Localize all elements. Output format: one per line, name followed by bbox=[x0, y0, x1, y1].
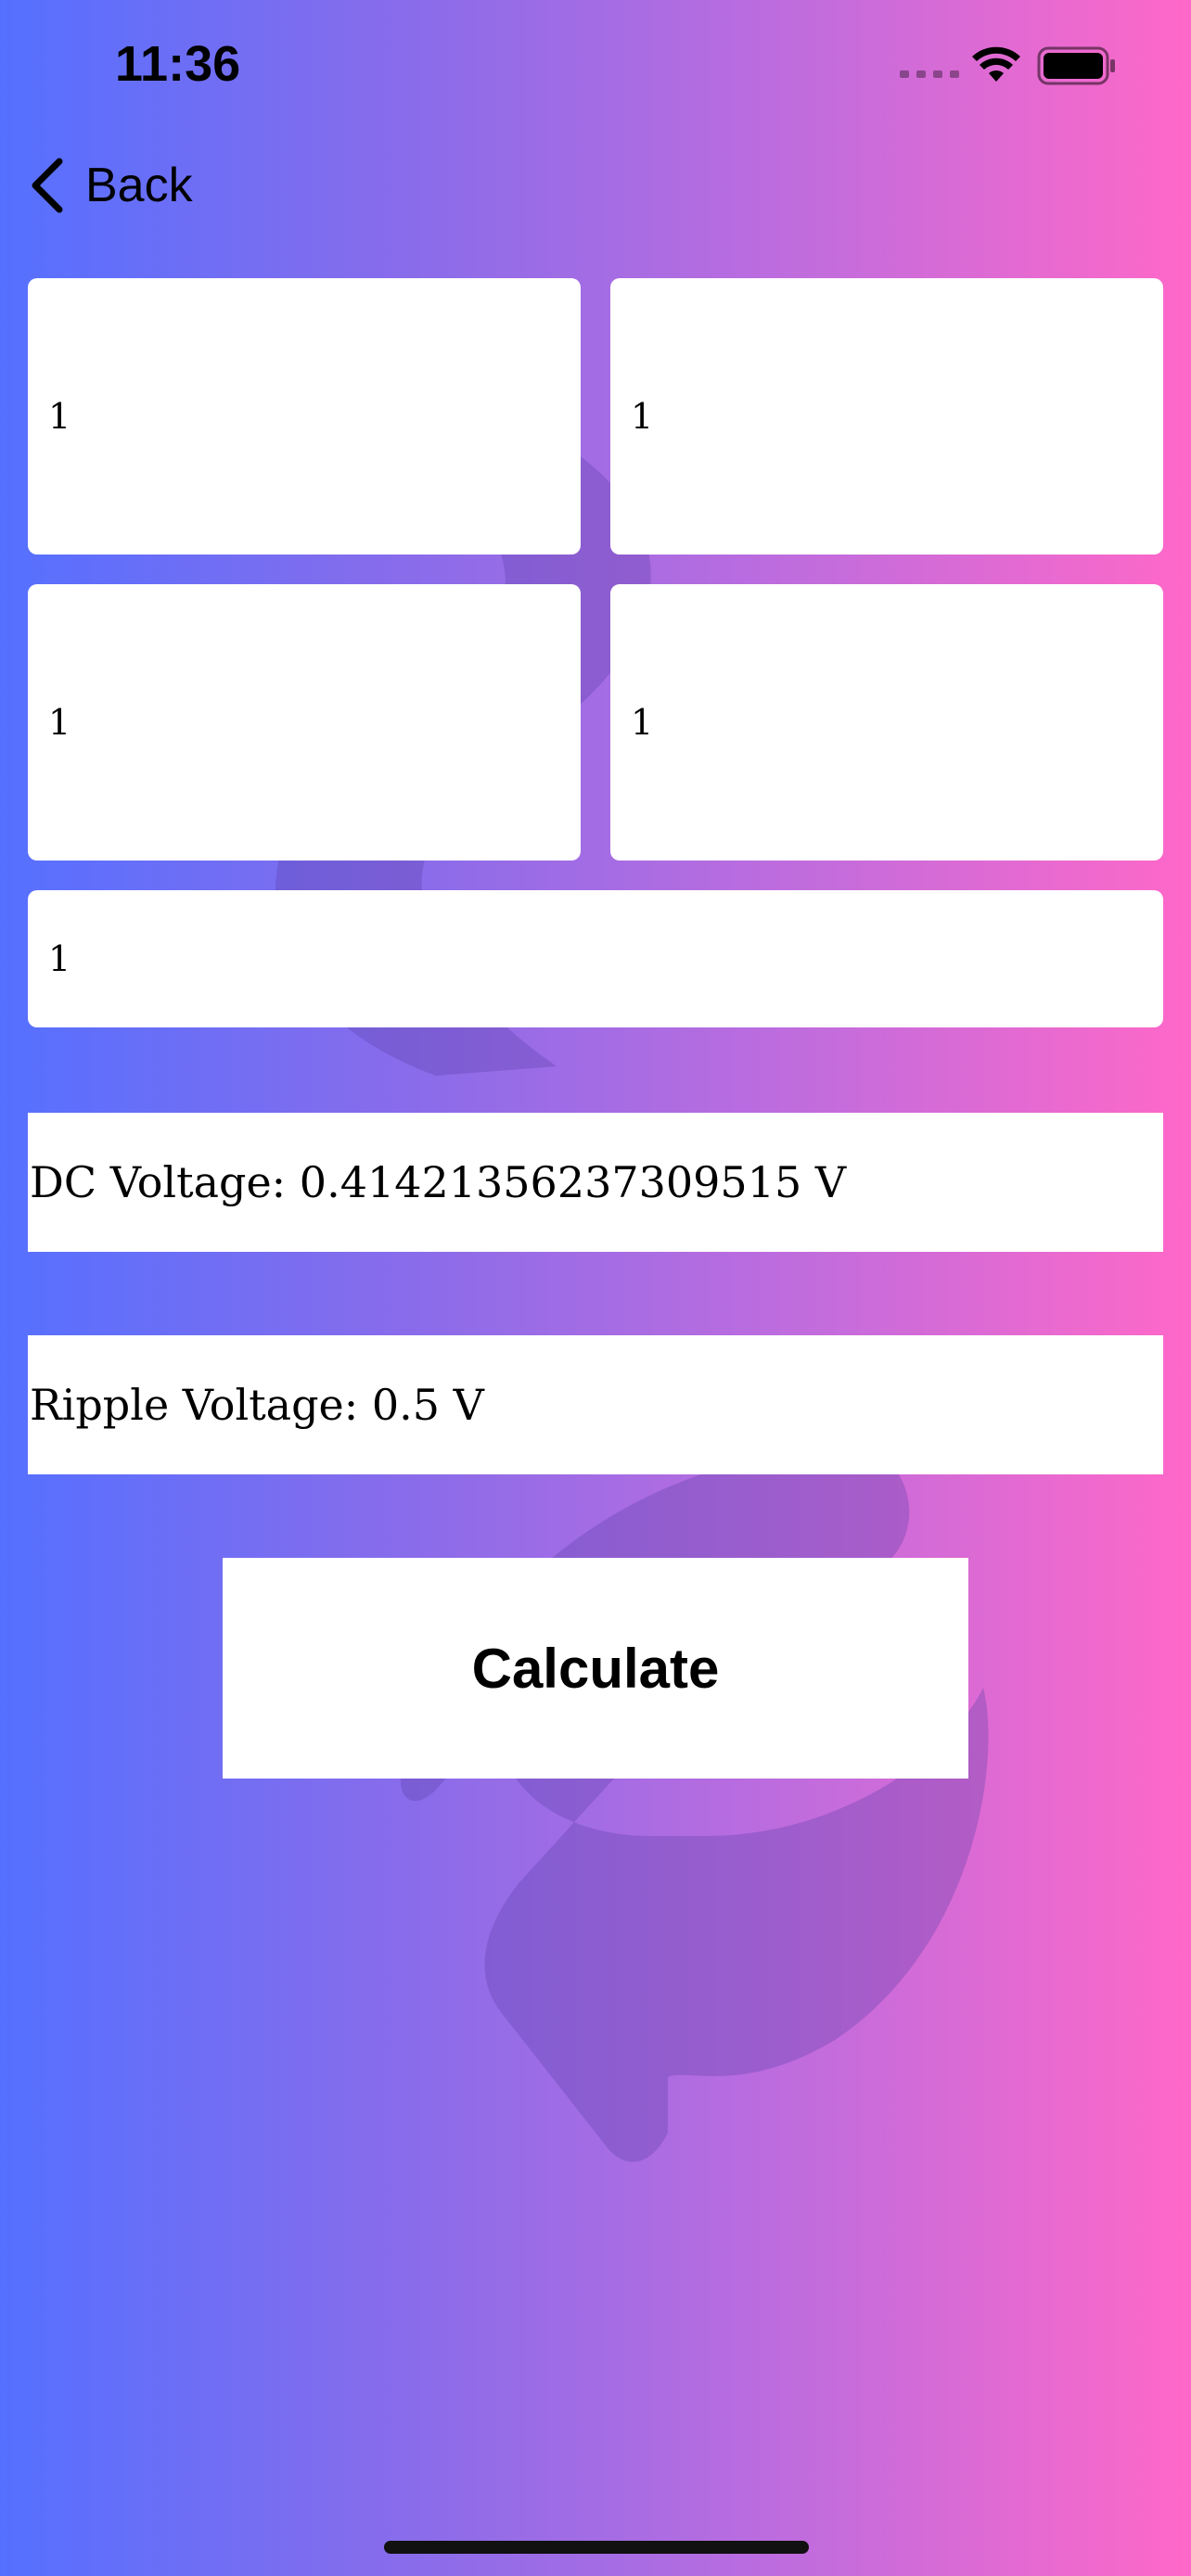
chevron-left-icon bbox=[32, 158, 63, 213]
dc-voltage-text: DC Voltage: 0.41421356237309515 V bbox=[30, 1157, 847, 1207]
input-value: 1 bbox=[48, 702, 71, 743]
ripple-voltage-result: Ripple Voltage: 0.5 V bbox=[28, 1335, 1163, 1474]
input-value: 1 bbox=[631, 396, 654, 437]
input-field-3[interactable]: 1 bbox=[28, 584, 581, 861]
input-field-2[interactable]: 1 bbox=[610, 278, 1163, 555]
input-value: 1 bbox=[48, 396, 71, 437]
ripple-voltage-text: Ripple Voltage: 0.5 V bbox=[30, 1380, 484, 1430]
back-button[interactable]: Back bbox=[28, 158, 193, 213]
home-indicator[interactable] bbox=[384, 2541, 809, 2554]
back-label: Back bbox=[85, 159, 193, 212]
input-value: 1 bbox=[48, 938, 71, 979]
status-bar: 11:36 bbox=[0, 0, 1191, 139]
calculate-button[interactable]: Calculate bbox=[223, 1558, 968, 1779]
battery-icon bbox=[1037, 46, 1115, 85]
cellular-signal-icon bbox=[900, 70, 959, 78]
dc-voltage-result: DC Voltage: 0.41421356237309515 V bbox=[28, 1113, 1163, 1252]
input-field-5[interactable]: 1 bbox=[28, 890, 1163, 1027]
calculate-label: Calculate bbox=[471, 1637, 720, 1700]
status-time: 11:36 bbox=[115, 36, 241, 92]
wifi-icon bbox=[972, 46, 1020, 82]
input-field-4[interactable]: 1 bbox=[610, 584, 1163, 861]
input-field-1[interactable]: 1 bbox=[28, 278, 581, 555]
input-value: 1 bbox=[631, 702, 654, 743]
